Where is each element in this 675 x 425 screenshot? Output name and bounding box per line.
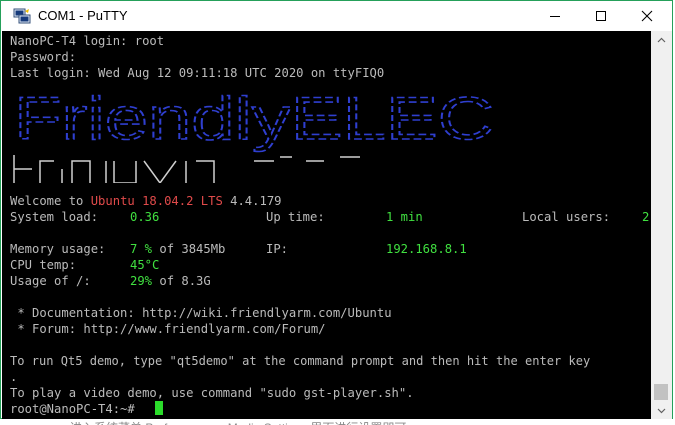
putty-icon [13, 8, 31, 24]
welcome-kernel: 4.4.179 [222, 194, 282, 208]
maximize-icon [596, 11, 606, 21]
scroll-down-icon [657, 408, 666, 413]
usage-value: 29% of 8.3G [130, 273, 211, 289]
memory-value: 7 % of 3845Mb [130, 241, 225, 257]
memory-rest: of 3845Mb [152, 242, 226, 256]
memory-percent: 7 % [130, 242, 153, 256]
usage-percent: 29% [130, 274, 153, 288]
welcome-os: Ubuntu 18.04.2 LTS [90, 194, 223, 208]
cpu-temp-label: CPU temp: [10, 258, 77, 272]
ip-label: IP: [266, 242, 289, 256]
scroll-down-button[interactable] [651, 402, 672, 419]
last-login-line: Last login: Wed Aug 12 09:11:18 UTC 2020… [10, 66, 385, 80]
close-icon [641, 10, 653, 22]
maximize-button[interactable] [578, 1, 624, 31]
cpu-temp-value: 45°C [130, 258, 160, 272]
scroll-up-icon [657, 37, 666, 42]
login-line: NanoPC-T4 login: root [10, 34, 165, 48]
usage-rest: of 8.3G [152, 274, 211, 288]
putty-window: COM1 - PuTTY NanoPC-T4 login: root Passw… [0, 0, 673, 419]
forum-line: * Forum: http://www.friendlyarm.com/Foru… [10, 322, 326, 336]
vertical-scrollbar[interactable] [651, 31, 672, 419]
documentation-line: * Documentation: http://wiki.friendlyarm… [10, 306, 392, 320]
usage-label: Usage of /: [10, 274, 91, 288]
scrollbar-thumb[interactable] [654, 384, 668, 400]
password-line: Password: [10, 50, 77, 64]
close-button[interactable] [624, 1, 670, 31]
uptime-value: 1 min [386, 210, 423, 224]
dot-line: . [10, 370, 18, 384]
local-users-value: 2 [642, 210, 650, 224]
window-title: COM1 - PuTTY [38, 8, 128, 23]
local-users-label: Local users: [522, 210, 611, 224]
background-page-text: 进入系统菜单 Preferences -> Media Settings 里面进… [70, 419, 406, 425]
command-prompt: root@NanoPC-T4:~# [10, 402, 135, 416]
system-load-value: 0.36 [130, 210, 160, 224]
title-bar[interactable]: COM1 - PuTTY [1, 1, 672, 31]
terminal-area[interactable]: NanoPC-T4 login: root Password: Last log… [2, 31, 651, 419]
terminal-cursor [155, 401, 163, 415]
welcome-prefix: Welcome to [10, 194, 91, 208]
welcome-line: Welcome to Ubuntu 18.04.2 LTS 4.4.179 [10, 193, 282, 209]
friendlyelec-ascii-banner: FriendlyELEC [13, 87, 495, 183]
banner-text: FriendlyELEC [14, 87, 494, 152]
memory-label: Memory usage: [10, 242, 106, 256]
minimize-icon [550, 16, 560, 17]
scroll-up-button[interactable] [651, 31, 672, 48]
system-load-label: System load: [10, 210, 99, 224]
uptime-label: Up time: [266, 210, 325, 224]
video-demo-line: To play a video demo, use command "sudo … [10, 386, 414, 400]
qt5-demo-line: To run Qt5 demo, type "qt5demo" at the c… [10, 354, 591, 368]
ip-value: 192.168.8.1 [386, 242, 467, 256]
minimize-button[interactable] [532, 1, 578, 31]
